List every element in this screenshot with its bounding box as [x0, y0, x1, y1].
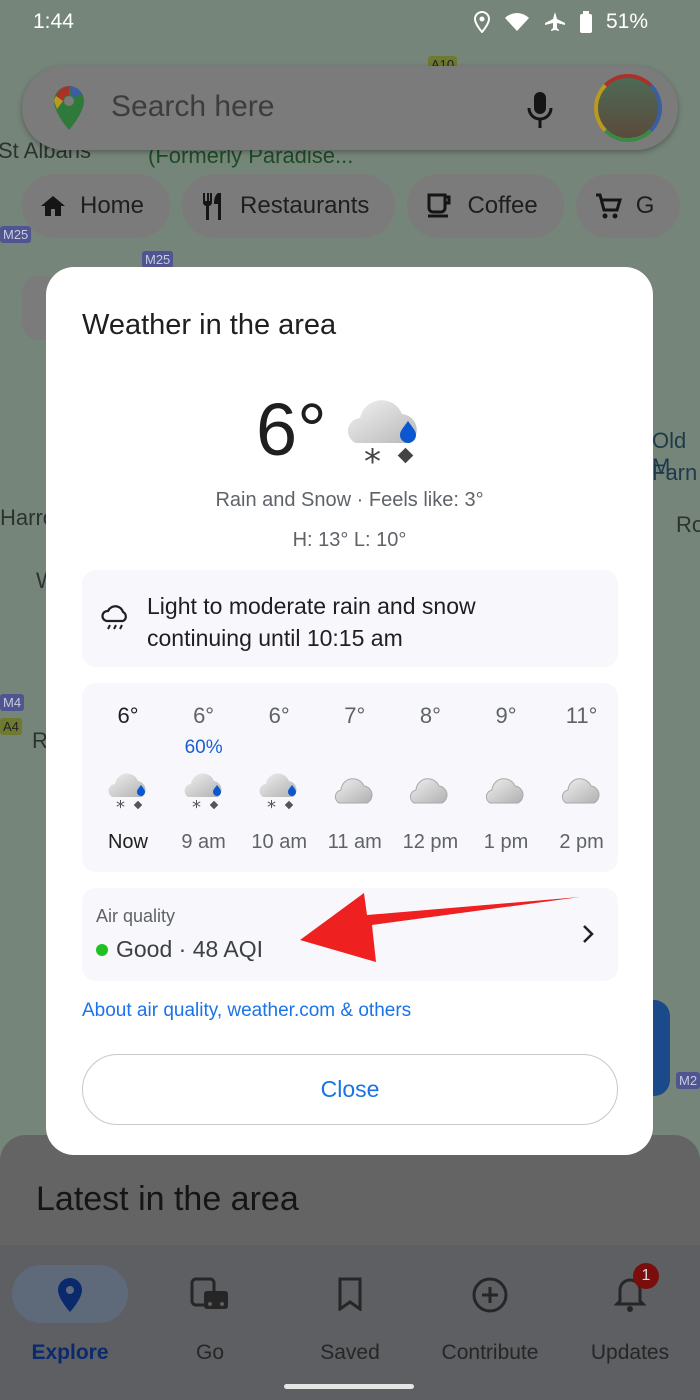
red-arrow-annotation — [300, 893, 580, 962]
